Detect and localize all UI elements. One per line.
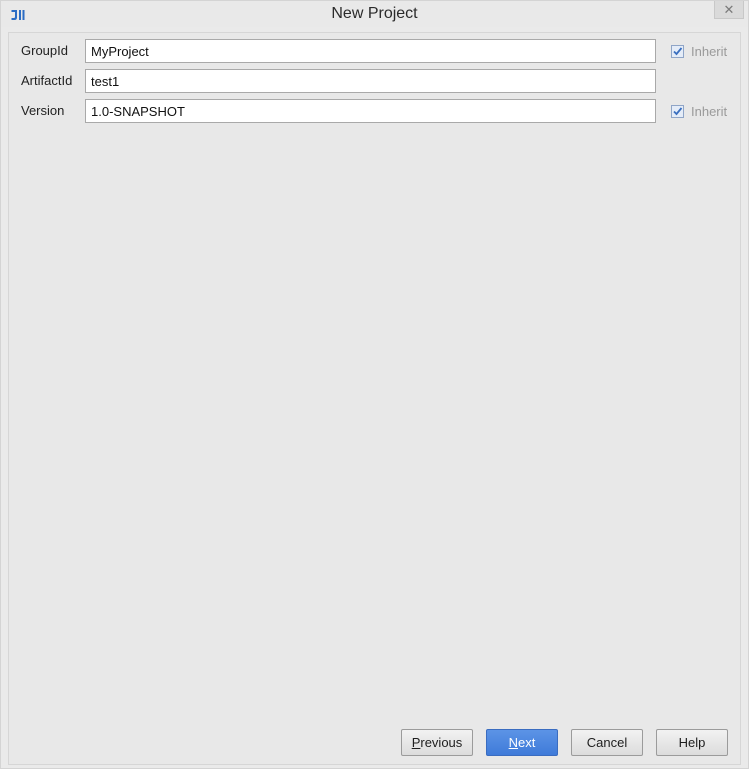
help-button[interactable]: Help <box>656 729 728 756</box>
version-label: Version <box>21 103 65 118</box>
group-id-label: GroupId <box>21 43 68 58</box>
group-id-row: GroupId Inherit <box>9 39 740 63</box>
version-input[interactable] <box>85 99 656 123</box>
next-button[interactable]: Next <box>486 729 558 756</box>
cancel-button[interactable]: Cancel <box>571 729 643 756</box>
title-bar[interactable]: New Project ✕ <box>1 1 748 27</box>
checkbox-checked-icon <box>671 44 684 58</box>
close-icon: ✕ <box>723 1 735 17</box>
version-inherit-label: Inherit <box>691 103 728 119</box>
next-mnemonic: N <box>508 735 519 750</box>
group-id-input[interactable] <box>85 39 656 63</box>
previous-label: revious <box>420 735 463 750</box>
previous-mnemonic: P <box>411 735 421 750</box>
checkbox-checked-icon <box>671 104 684 118</box>
version-row: Version Inherit <box>9 99 740 123</box>
close-button[interactable]: ✕ <box>714 1 744 19</box>
new-project-dialog: New Project ✕ GroupId Inherit ArtifactId… <box>0 0 749 769</box>
group-id-inherit-checkbox[interactable]: Inherit <box>671 43 727 59</box>
previous-button[interactable]: Previous <box>401 729 473 756</box>
artifact-id-row: ArtifactId <box>9 69 740 93</box>
next-label: ext <box>518 735 536 750</box>
artifact-id-label: ArtifactId <box>21 73 73 88</box>
group-id-inherit-label: Inherit <box>691 43 728 59</box>
version-inherit-checkbox[interactable]: Inherit <box>671 103 727 119</box>
artifact-id-input[interactable] <box>85 69 656 93</box>
dialog-content: GroupId Inherit ArtifactId Version Inher <box>8 32 741 765</box>
window-title: New Project <box>331 5 418 22</box>
